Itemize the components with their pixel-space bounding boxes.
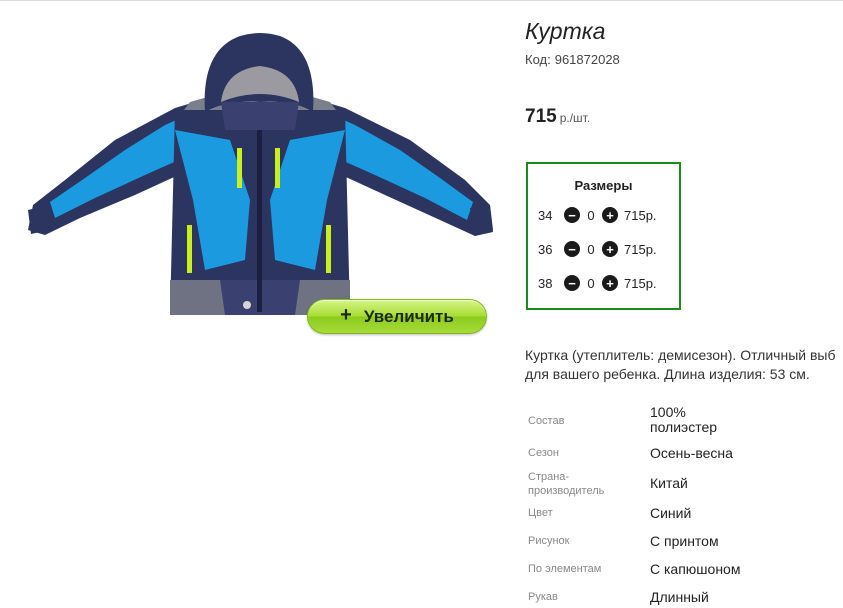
size-price: 715р. xyxy=(624,241,657,257)
sizes-title: Размеры xyxy=(574,178,633,193)
spec-label: Цвет xyxy=(528,507,553,519)
minus-icon[interactable]: − xyxy=(564,207,580,223)
spec-label: Сезон xyxy=(528,447,559,459)
minus-icon[interactable]: − xyxy=(564,275,580,291)
size-label: 38 xyxy=(538,275,553,291)
size-price: 715р. xyxy=(624,207,657,223)
spec-label: Рисунок xyxy=(528,535,570,547)
spec-value: Длинный xyxy=(650,589,709,605)
size-row: 38 − 0 + 715р. xyxy=(538,274,657,292)
quantity-value: 0 xyxy=(587,275,595,291)
size-price: 715р. xyxy=(624,275,657,291)
product-description: Куртка (утеплитель: демисезон). Отличный… xyxy=(525,346,843,384)
spec-value: 100% полиэстер xyxy=(650,404,718,435)
spec-label: Состав xyxy=(528,415,565,427)
quantity-value: 0 xyxy=(587,241,595,257)
description-line: Куртка (утеплитель: демисезон). Отличный… xyxy=(525,347,836,363)
spec-label: Рукав xyxy=(528,591,558,603)
spec-label: Страна- производитель xyxy=(528,471,605,497)
top-divider xyxy=(0,0,843,1)
size-row: 34 − 0 + 715р. xyxy=(538,206,657,224)
price-value: 715 xyxy=(525,106,557,127)
spec-value: С принтом xyxy=(650,533,719,549)
product-price: 715 р./шт. xyxy=(525,106,590,128)
plus-icon[interactable]: + xyxy=(602,275,618,291)
size-label: 36 xyxy=(538,241,553,257)
product-code-value: 961872028 xyxy=(554,52,620,67)
spec-value: С капюшоном xyxy=(650,561,741,577)
plus-icon[interactable]: + xyxy=(602,207,618,223)
quantity-value: 0 xyxy=(587,207,595,223)
spec-value: Осень-весна xyxy=(650,445,733,461)
jacket-illustration xyxy=(28,33,493,315)
spec-value: Китай xyxy=(650,475,688,491)
zoom-button-label: Увеличить xyxy=(363,306,454,326)
size-row: 36 − 0 + 715р. xyxy=(538,240,657,258)
product-image[interactable] xyxy=(25,30,495,330)
spec-value: Синий xyxy=(650,505,692,521)
minus-icon[interactable]: − xyxy=(564,241,580,257)
plus-icon[interactable]: + xyxy=(602,241,618,257)
description-line: для вашего ребенка. Длина изделия: 53 см… xyxy=(525,366,810,382)
product-title: Куртка xyxy=(525,18,606,44)
spec-label: По элементам xyxy=(528,563,602,575)
product-code: Код: 961872028 xyxy=(525,52,620,67)
price-unit: р./шт. xyxy=(559,111,591,125)
zoom-button[interactable]: + Увеличить xyxy=(307,299,487,334)
plus-icon: + xyxy=(340,304,352,326)
sizes-box: Размеры 34 − 0 + 715р. 36 − 0 + 715р. 38… xyxy=(526,162,681,310)
size-label: 34 xyxy=(538,207,553,223)
product-code-label: Код: xyxy=(525,52,551,67)
